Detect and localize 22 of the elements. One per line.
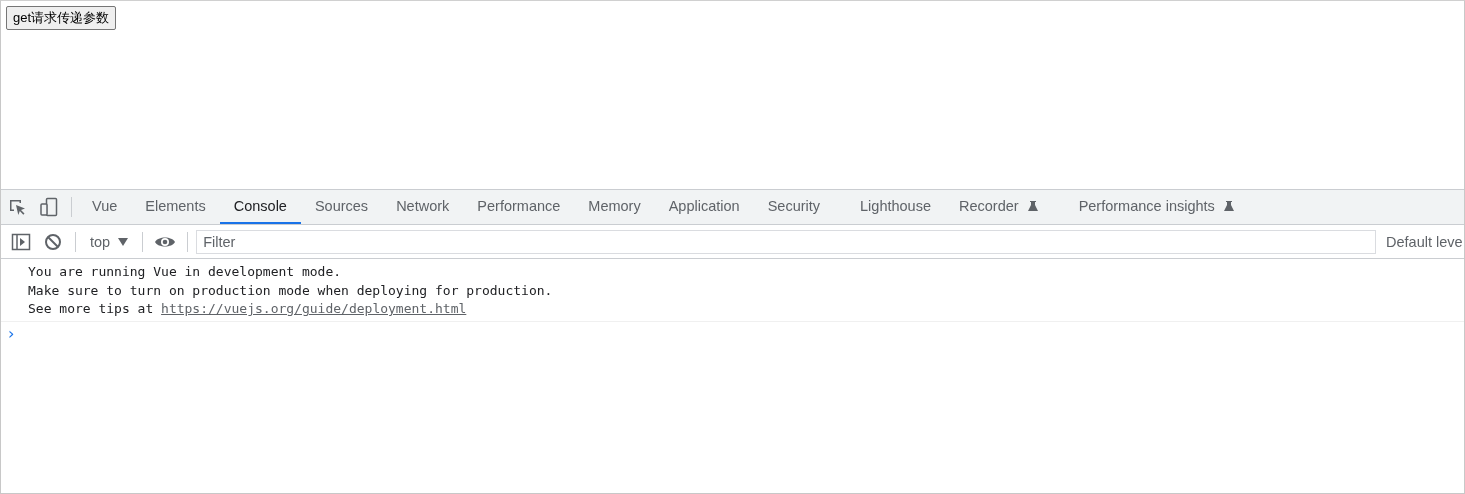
link[interactable]: https://vuejs.org/guide/deployment.html (161, 301, 467, 316)
tab[interactable]: Recorder (945, 190, 1053, 224)
caret-icon (118, 237, 129, 246)
tab[interactable]: Console (219, 190, 301, 224)
tab[interactable]: Performance (463, 190, 575, 224)
tab[interactable]: Application (654, 190, 754, 224)
tab[interactable]: Memory (574, 190, 655, 224)
filter-field[interactable]: Filter (196, 229, 1376, 254)
prompt-caret: › (7, 322, 16, 343)
context-dropdown[interactable]: top (82, 233, 137, 250)
tab[interactable]: Sources (300, 190, 383, 224)
tab[interactable]: Vue (78, 190, 132, 224)
console-message: See more tips at https://vuejs.org/guide/deployment.html (28, 300, 468, 318)
tab[interactable]: Performance insights (1064, 190, 1249, 224)
console-message: You are running Vue in development mode. (28, 263, 343, 281)
page-button[interactable]: get请求传递参数 (6, 6, 117, 30)
tab[interactable]: Network (382, 190, 464, 224)
tab[interactable]: Security (753, 190, 835, 224)
console-message: Make sure to turn on production mode when deploying for production. (28, 281, 554, 300)
log-levels-dropdown[interactable]: Default leve (1376, 233, 1464, 250)
tab[interactable]: Lighthouse (846, 190, 945, 224)
tab[interactable]: Elements (131, 190, 220, 224)
